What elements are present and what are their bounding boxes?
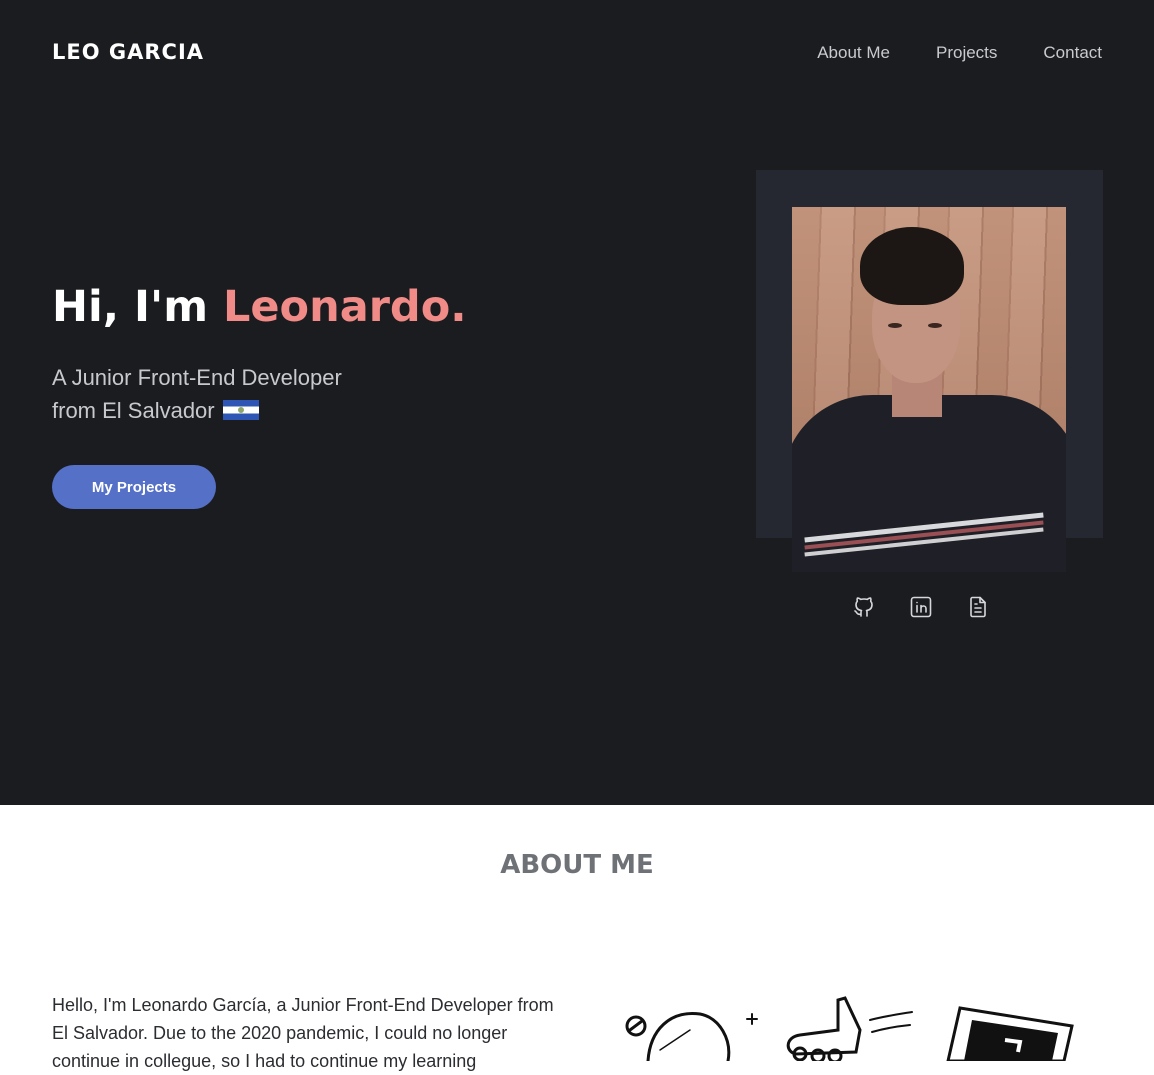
social-links xyxy=(852,595,990,619)
photo-eye xyxy=(928,323,942,328)
about-title: ABOUT ME xyxy=(500,850,654,880)
flag-emblem xyxy=(237,407,244,414)
main-nav: About Me Projects Contact xyxy=(817,43,1102,63)
hero-section: LEO GARCIA About Me Projects Contact Hi,… xyxy=(0,0,1154,805)
photo-hair xyxy=(860,227,964,305)
racket-icon xyxy=(646,1012,731,1061)
el-salvador-flag-icon xyxy=(222,400,259,421)
about-text: Hello, I'm Leonardo García, a Junior Fro… xyxy=(52,995,554,1071)
hero-subtitle-line2: from El Salvador xyxy=(52,398,215,423)
resume-document-icon[interactable] xyxy=(966,595,990,619)
sparkle-icon xyxy=(746,1013,758,1025)
linkedin-icon[interactable] xyxy=(909,595,933,619)
nav-link-contact[interactable]: Contact xyxy=(1043,43,1102,63)
my-projects-button[interactable]: My Projects xyxy=(52,465,216,509)
hero-subtitle-line2-wrap: from El Salvador xyxy=(52,394,342,427)
profile-photo xyxy=(792,207,1066,572)
nav-link-about[interactable]: About Me xyxy=(817,43,890,63)
photo-eye xyxy=(888,323,902,328)
hero-name: Leonardo. xyxy=(222,282,467,332)
hero-headline: Hi, I'm Leonardo. xyxy=(52,282,467,332)
hobbies-illustration xyxy=(625,996,1074,1061)
hero-greeting: Hi, I'm xyxy=(52,282,223,332)
github-icon[interactable] xyxy=(852,595,876,619)
motion-lines xyxy=(869,1011,913,1033)
site-logo[interactable]: LEO GARCIA xyxy=(52,40,204,64)
ball-line xyxy=(628,1019,644,1032)
roller-skate-icon xyxy=(786,996,862,1056)
hero-subtitle: A Junior Front-End Developer from El Sal… xyxy=(52,361,342,427)
nav-link-projects[interactable]: Projects xyxy=(936,43,997,63)
hero-subtitle-line1: A Junior Front-End Developer xyxy=(52,365,342,390)
